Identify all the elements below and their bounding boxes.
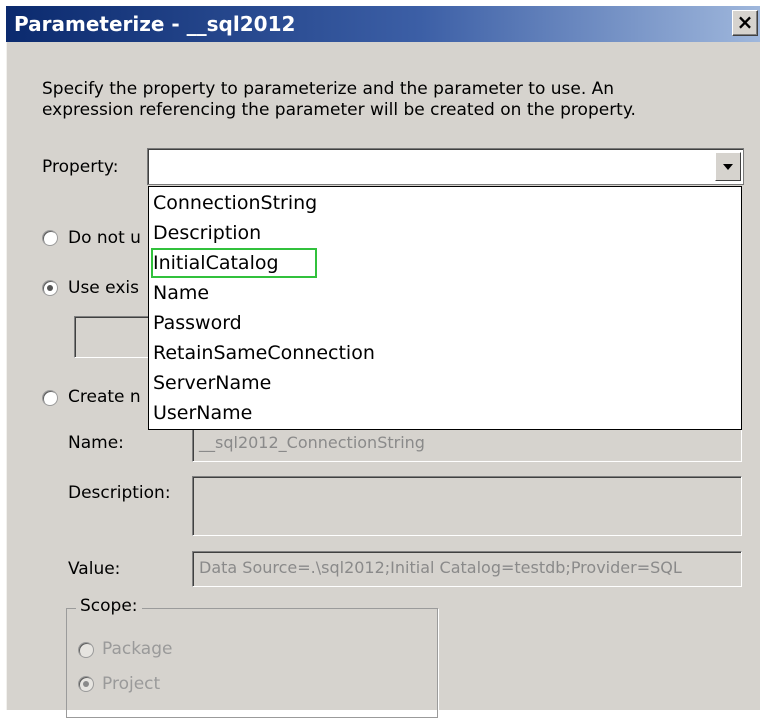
value-label: Value: xyxy=(68,559,121,579)
description-field[interactable] xyxy=(192,476,742,536)
window-title: Parameterize - __sql2012 xyxy=(14,12,296,36)
value-field[interactable]: Data Source=.\sql2012;Initial Catalog=te… xyxy=(192,551,742,587)
close-icon: × xyxy=(736,10,754,34)
property-option-retainsameconnection[interactable]: RetainSameConnection xyxy=(153,339,375,367)
project-label: Project xyxy=(102,674,161,694)
property-option-password[interactable]: Password xyxy=(153,309,242,337)
close-button[interactable]: × xyxy=(732,10,758,36)
package-radio[interactable] xyxy=(78,642,94,658)
description-label: Description: xyxy=(68,483,171,503)
property-option-connectionstring[interactable]: ConnectionString xyxy=(153,189,317,217)
parameterize-dialog: Parameterize - __sql2012 × Specify the p… xyxy=(6,6,760,718)
scope-legend: Scope: xyxy=(76,596,142,616)
name-field[interactable]: __sql2012_ConnectionString xyxy=(192,426,742,462)
property-label: Property: xyxy=(42,157,119,177)
scope-group xyxy=(66,608,438,718)
property-combobox[interactable] xyxy=(147,148,744,185)
use-existing-label: Use exis xyxy=(68,278,139,298)
radio-selected-dot xyxy=(83,681,89,687)
do-not-use-label: Do not u xyxy=(68,228,141,248)
name-field-value: __sql2012_ConnectionString xyxy=(199,433,425,452)
package-label: Package xyxy=(102,639,173,659)
property-option-name[interactable]: Name xyxy=(153,279,209,307)
instructions-text: Specify the property to parameterize and… xyxy=(42,79,636,120)
property-option-username[interactable]: UserName xyxy=(153,399,252,427)
create-new-radio[interactable] xyxy=(42,390,58,406)
chevron-down-icon xyxy=(723,164,733,170)
value-field-value: Data Source=.\sql2012;Initial Catalog=te… xyxy=(199,558,682,577)
property-dropdown-list: ConnectionString Description InitialCata… xyxy=(148,186,742,430)
property-option-servername[interactable]: ServerName xyxy=(153,369,271,397)
radio-selected-dot xyxy=(47,285,53,291)
use-existing-radio[interactable] xyxy=(42,280,58,296)
highlight-box xyxy=(151,248,317,278)
name-label: Name: xyxy=(68,433,124,453)
project-radio[interactable] xyxy=(78,676,94,692)
create-new-label: Create n xyxy=(68,387,141,407)
do-not-use-radio[interactable] xyxy=(42,230,58,246)
property-dropdown-button[interactable] xyxy=(715,152,741,181)
property-option-description[interactable]: Description xyxy=(153,219,261,247)
title-bar: Parameterize - __sql2012 × xyxy=(6,6,760,42)
